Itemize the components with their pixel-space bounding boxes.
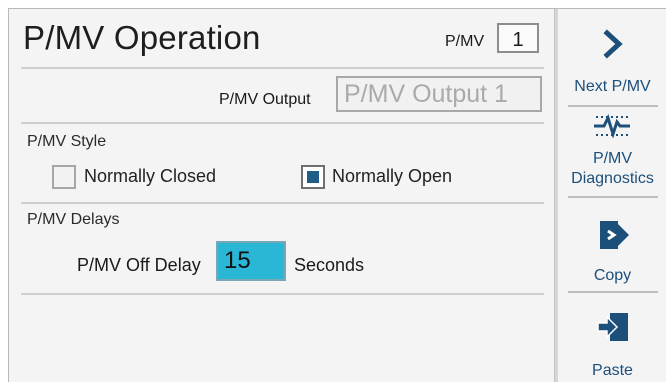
- copy-icon: [600, 221, 629, 249]
- next-pmv-button[interactable]: Next P/MV: [558, 9, 666, 109]
- pmv-style-title: P/MV Style: [27, 133, 107, 150]
- pmv-number-field[interactable]: 1: [497, 23, 539, 53]
- off-delay-unit: Seconds: [294, 255, 365, 275]
- normally-closed-checkbox[interactable]: [52, 165, 76, 189]
- pmv-diagnostics-label-line1: P/MV: [592, 150, 633, 167]
- pmv-diagnostics-label-line2: Diagnostics: [571, 170, 654, 187]
- pmv-output-field[interactable]: P/MV Output 1: [336, 76, 542, 112]
- normally-open-label: Normally Open: [332, 166, 453, 186]
- divider: [21, 122, 544, 124]
- sidebar: Next P/MV P/MV Diagnostics Copy Paste: [558, 9, 666, 382]
- pmv-diagnostics-button[interactable]: P/MV Diagnostics: [558, 109, 666, 197]
- diagnostics-icon: [594, 114, 630, 138]
- pmv-delays-title: P/MV Delays: [27, 211, 120, 228]
- chevron-right-icon: [603, 29, 623, 59]
- copy-button[interactable]: Copy: [558, 199, 666, 291]
- off-delay-label: P/MV Off Delay: [77, 255, 201, 275]
- main-panel: P/MV Operation P/MV 1 P/MV Output P/MV O…: [9, 9, 554, 382]
- divider: [21, 202, 544, 204]
- sidebar-separator: [568, 291, 658, 293]
- screen: P/MV Operation P/MV 1 P/MV Output P/MV O…: [8, 8, 666, 382]
- checkbox-checked-mark: [307, 171, 319, 183]
- sidebar-separator: [568, 105, 658, 107]
- copy-label: Copy: [593, 267, 632, 284]
- next-pmv-label: Next P/MV: [574, 78, 651, 95]
- off-delay-field[interactable]: 15: [216, 241, 286, 281]
- page-title: P/MV Operation: [23, 19, 261, 56]
- normally-closed-label: Normally Closed: [84, 166, 217, 186]
- paste-button[interactable]: Paste: [558, 294, 666, 382]
- sidebar-separator: [568, 196, 658, 198]
- paste-label: Paste: [592, 362, 633, 379]
- paste-icon: [597, 313, 628, 341]
- divider: [21, 293, 544, 295]
- pmv-number-label: P/MV: [445, 33, 485, 50]
- normally-open-checkbox[interactable]: [301, 165, 325, 189]
- divider: [21, 67, 544, 69]
- pmv-output-label: P/MV Output: [219, 91, 311, 108]
